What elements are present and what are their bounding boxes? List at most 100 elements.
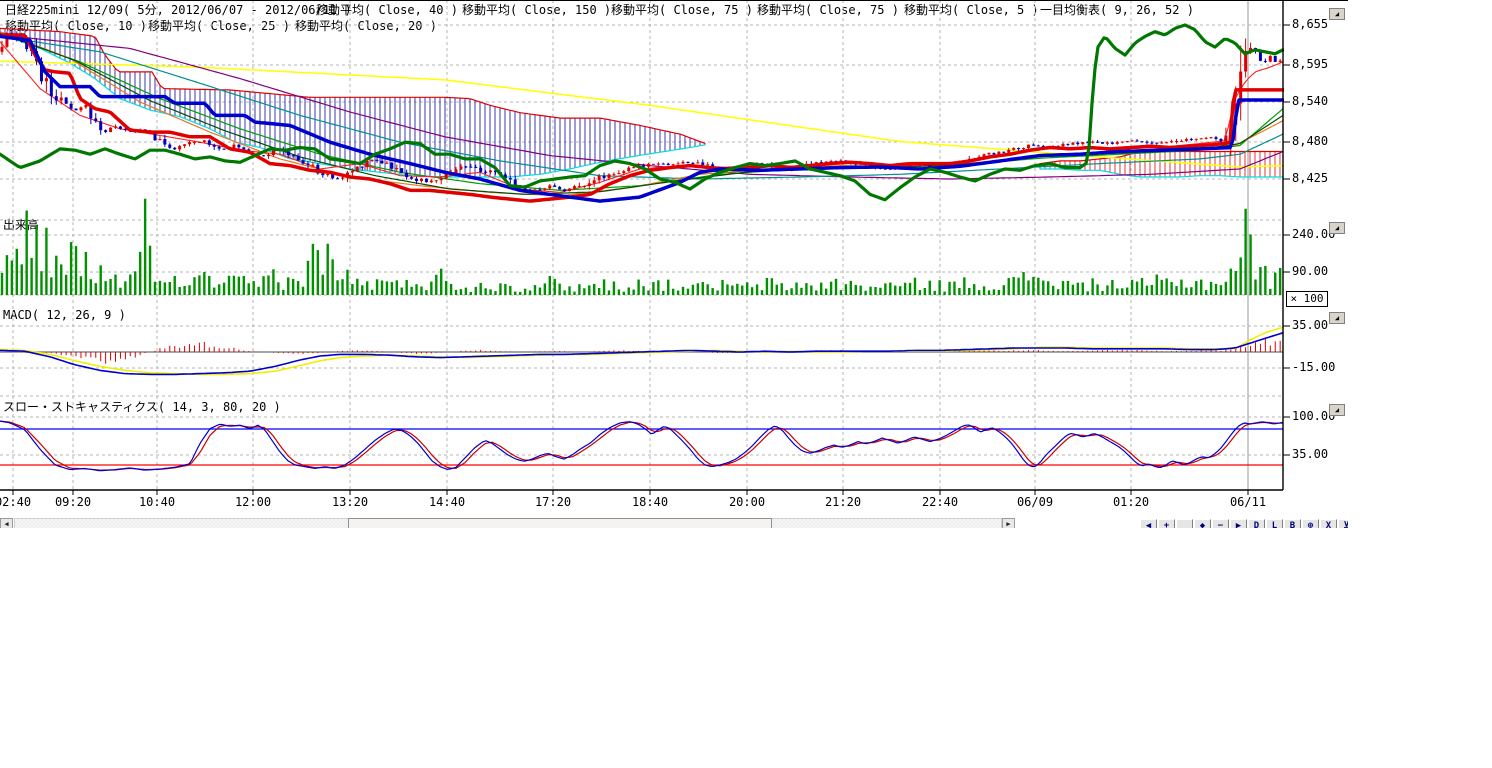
volume-bar xyxy=(257,287,259,295)
indicator-label: 移動平均( Close, 5 ) xyxy=(904,4,1039,17)
candle-body xyxy=(548,185,551,188)
y-axis-label: 8,540 xyxy=(1292,95,1328,108)
candle-body xyxy=(262,155,265,156)
volume-bar xyxy=(519,292,521,295)
toolbar-button-◆[interactable]: ◆ xyxy=(1194,519,1211,528)
candle-body xyxy=(844,160,847,162)
candle-body xyxy=(144,129,147,130)
volume-bar xyxy=(470,292,472,295)
volume-bar xyxy=(415,284,417,295)
volume-bar xyxy=(1151,285,1153,295)
stoch-layer xyxy=(0,421,1283,471)
candle-body xyxy=(252,153,255,154)
candle-body xyxy=(785,168,788,169)
candle-body xyxy=(494,171,497,173)
volume-bar xyxy=(697,283,699,295)
candle-body xyxy=(514,179,517,187)
toolbar-button-+[interactable]: + xyxy=(1158,519,1175,528)
toolbar-button-⊻[interactable]: ⊻ xyxy=(1338,519,1348,528)
panel-scale-dropdown-button[interactable]: ◢ xyxy=(1329,8,1345,20)
volume-bar xyxy=(746,282,748,295)
volume-bar xyxy=(721,280,723,295)
toolbar-button-◀[interactable]: ◀ xyxy=(1140,519,1157,528)
volume-bar xyxy=(899,286,901,295)
candle-body xyxy=(904,166,907,167)
candle-body xyxy=(751,163,754,165)
scrollbar-left-arrow-icon[interactable]: ◀ xyxy=(0,518,13,528)
candle-body xyxy=(825,162,828,163)
candle-body xyxy=(464,166,467,167)
candle-body xyxy=(568,189,571,192)
volume-bar xyxy=(741,286,743,295)
candle-body xyxy=(578,186,581,187)
candle-body xyxy=(124,129,127,130)
volume-bar xyxy=(1259,267,1261,295)
candle-body xyxy=(366,161,369,167)
volume-bar xyxy=(983,286,985,295)
volume-bar xyxy=(810,286,812,295)
candle-body xyxy=(89,105,92,118)
candle-body xyxy=(65,98,68,104)
panel-scale-dropdown-button[interactable]: ◢ xyxy=(1329,404,1345,416)
candle-body xyxy=(1234,103,1237,124)
candle-body xyxy=(672,164,675,165)
volume-bar xyxy=(766,278,768,295)
candle-body xyxy=(450,173,453,174)
candle-body xyxy=(593,180,596,183)
volume-bar xyxy=(514,292,516,295)
volume-bar xyxy=(341,279,343,295)
volume-bar xyxy=(1249,234,1251,295)
candle-body xyxy=(336,178,339,179)
volume-bar xyxy=(154,282,156,295)
volume-bar xyxy=(1091,278,1093,295)
candle-body xyxy=(55,96,58,100)
candle-body xyxy=(839,160,842,161)
toolbar-button-L[interactable]: L xyxy=(1266,519,1283,528)
scrollbar-thumb[interactable] xyxy=(348,518,772,528)
volume-bar xyxy=(21,264,23,295)
volume-bar xyxy=(805,283,807,295)
candle-body xyxy=(608,174,611,178)
volume-bar xyxy=(578,284,580,295)
x-axis-label: 14:40 xyxy=(417,496,477,509)
candle-body xyxy=(242,147,245,149)
candle-body xyxy=(553,185,556,186)
volume-bar xyxy=(657,280,659,295)
candle-body xyxy=(1145,142,1148,143)
candle-body xyxy=(223,149,226,150)
candle-body xyxy=(686,162,689,163)
candle-body xyxy=(1165,142,1168,143)
chart-canvas xyxy=(0,0,1348,516)
toolbar-button-blank[interactable] xyxy=(1176,519,1193,528)
candle-body xyxy=(854,164,857,165)
toolbar-button-−[interactable]: − xyxy=(1212,519,1229,528)
candle-body xyxy=(765,164,768,165)
candle-body xyxy=(237,145,240,148)
candle-body xyxy=(1155,143,1158,144)
candle-body xyxy=(435,180,438,181)
volume-bar xyxy=(948,282,950,295)
toolbar-button-B[interactable]: B xyxy=(1284,519,1301,528)
candle-body xyxy=(1150,143,1153,144)
toolbar-button-X[interactable]: X xyxy=(1320,519,1337,528)
volume-bar xyxy=(1003,285,1005,295)
toolbar-button-▶[interactable]: ▶ xyxy=(1230,519,1247,528)
volume-bar xyxy=(938,280,940,295)
toolbar-button-⊕[interactable]: ⊕ xyxy=(1302,519,1319,528)
volume-bar xyxy=(1012,277,1014,295)
candle-body xyxy=(415,179,418,181)
volume-bar xyxy=(1131,280,1133,295)
candle-body xyxy=(420,179,423,181)
panel-scale-dropdown-button[interactable]: ◢ xyxy=(1329,312,1345,324)
panel-scale-dropdown-button[interactable]: ◢ xyxy=(1329,222,1345,234)
volume-bar xyxy=(953,282,955,295)
scrollbar-right-arrow-icon[interactable]: ▶ xyxy=(1002,518,1015,528)
candle-body xyxy=(99,121,102,130)
candle-body xyxy=(341,178,344,179)
toolbar-button-D[interactable]: D xyxy=(1248,519,1265,528)
volume-bar xyxy=(716,291,718,295)
volume-bar xyxy=(790,288,792,295)
candle-body xyxy=(642,165,645,167)
volume-bar xyxy=(1042,281,1044,295)
y-axis-label: 8,655 xyxy=(1292,18,1328,31)
